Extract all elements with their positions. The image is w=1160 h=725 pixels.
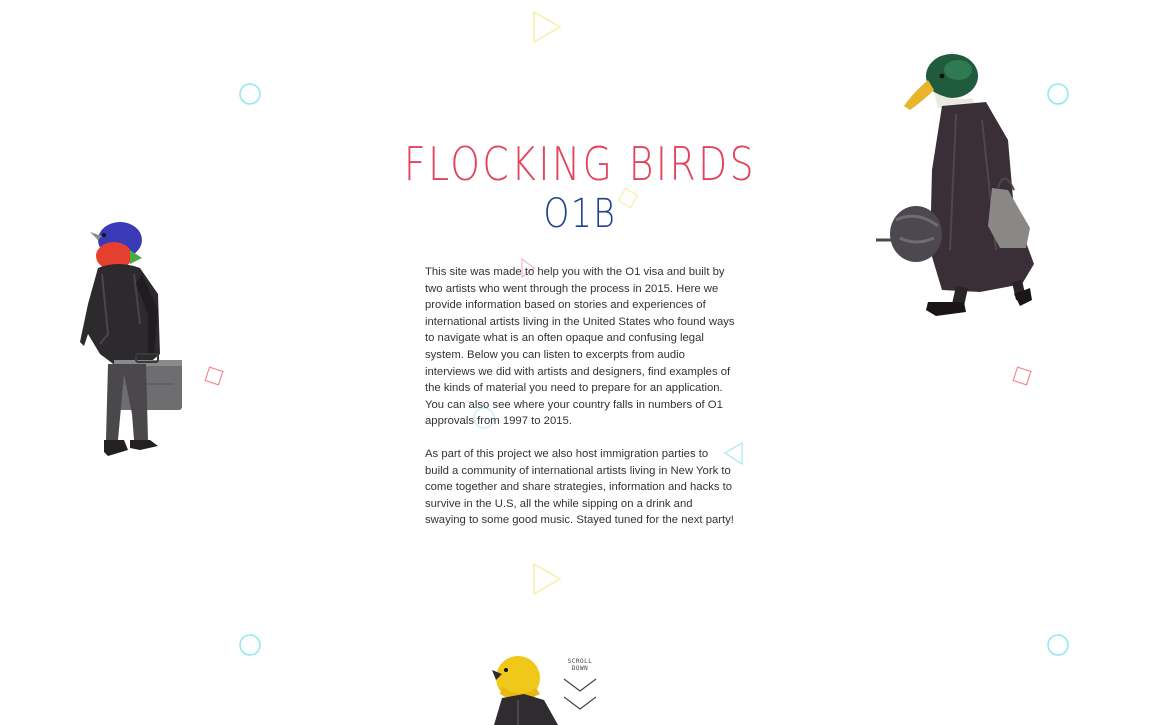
site-subtitle: O1B bbox=[543, 191, 617, 237]
triangle-icon bbox=[533, 10, 562, 44]
painted-bunting-figure bbox=[80, 222, 182, 456]
square-icon bbox=[1012, 366, 1032, 386]
intro-paragraph: As part of this project we also host imm… bbox=[425, 447, 734, 527]
site-title: FLOCKING BIRDS bbox=[403, 137, 757, 191]
mallard-duck-figure bbox=[876, 54, 1034, 316]
square-icon bbox=[204, 366, 224, 386]
landing-page: FLOCKING BIRDS O1B This site was made to… bbox=[0, 0, 1160, 725]
scroll-label: SCROLL bbox=[567, 658, 593, 665]
intro-text: This site was made to help you with the … bbox=[425, 264, 735, 545]
triangle-icon bbox=[533, 562, 562, 596]
intro-paragraph: This site was made to help you with the … bbox=[425, 266, 735, 428]
circle-icon bbox=[1047, 634, 1069, 656]
circle-icon bbox=[239, 634, 261, 656]
circle-icon bbox=[239, 83, 261, 105]
yellow-bird-figure bbox=[492, 656, 558, 725]
scroll-down-button[interactable]: SCROLL DOWN bbox=[560, 658, 600, 715]
chevron-down-icon bbox=[563, 678, 597, 710]
circle-icon bbox=[1047, 83, 1069, 105]
scroll-label: DOWN bbox=[571, 665, 589, 672]
